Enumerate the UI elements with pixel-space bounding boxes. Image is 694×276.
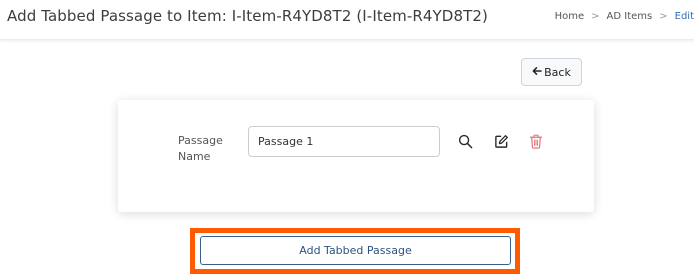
passage-name-input[interactable]: [248, 126, 440, 157]
breadcrumb-ad-items[interactable]: AD Items: [607, 11, 653, 22]
back-button-label: Back: [544, 65, 571, 79]
edit-icon[interactable]: [491, 131, 511, 151]
breadcrumb-separator: >: [591, 11, 600, 22]
breadcrumb-separator: >: [659, 11, 668, 22]
breadcrumb-home[interactable]: Home: [555, 11, 585, 22]
breadcrumb-edit: Edit: [674, 11, 694, 22]
arrow-left-icon: [532, 66, 542, 78]
passage-name-label: Passage Name: [178, 134, 223, 163]
breadcrumb: Home > AD Items > Edit: [555, 11, 694, 22]
page-title: Add Tabbed Passage to Item: I-Item-R4YD8…: [7, 7, 488, 25]
back-button[interactable]: Back: [521, 58, 582, 86]
page: Add Tabbed Passage to Item: I-Item-R4YD8…: [0, 0, 694, 276]
passage-card: Passage Name: [118, 100, 594, 212]
search-icon[interactable]: [455, 131, 475, 151]
page-header: Add Tabbed Passage to Item: I-Item-R4YD8…: [0, 0, 694, 40]
trash-icon[interactable]: [526, 131, 546, 151]
add-tabbed-passage-button[interactable]: Add Tabbed Passage: [200, 236, 511, 265]
